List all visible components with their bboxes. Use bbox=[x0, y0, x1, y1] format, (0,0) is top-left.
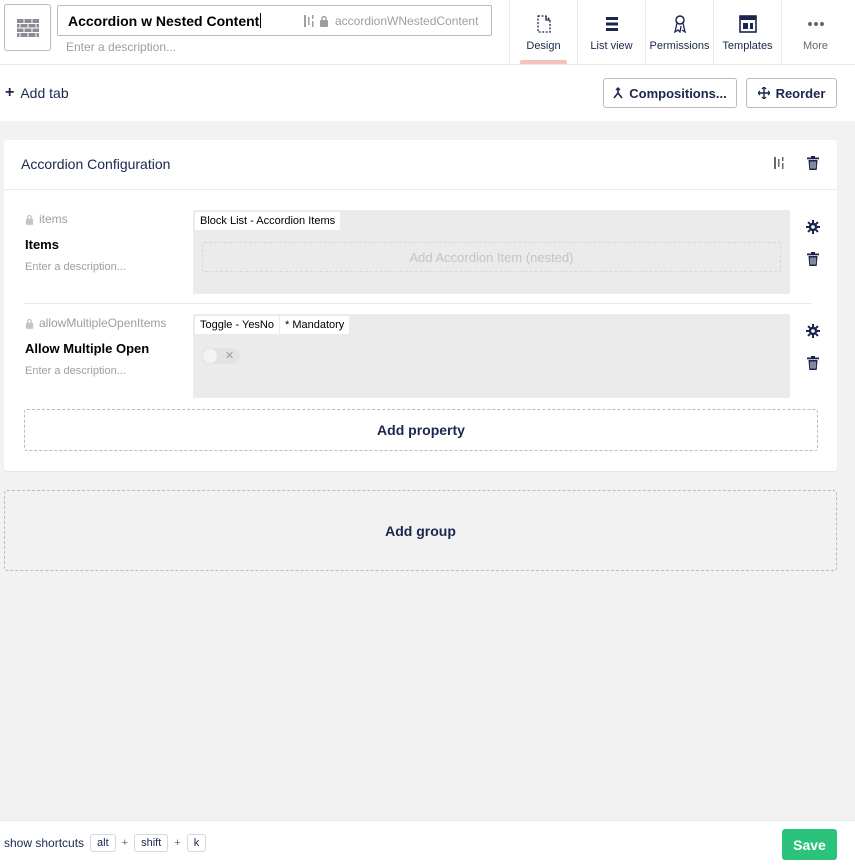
alias-value: accordionWNestedContent bbox=[335, 14, 479, 28]
more-icon bbox=[805, 13, 827, 35]
group-actions bbox=[774, 156, 819, 170]
mandatory-tag: * Mandatory bbox=[280, 316, 350, 334]
footer-bar: show shortcuts alt + shift + k Save bbox=[0, 820, 855, 866]
show-shortcuts-label: show shortcuts bbox=[4, 836, 85, 850]
document-type-name-input[interactable]: Accordion w Nested Content accordionWNes… bbox=[57, 5, 492, 36]
tab-more-label: More bbox=[802, 40, 829, 52]
property-alias-text: allowMultipleOpenItems bbox=[39, 316, 167, 330]
reorder-label: Reorder bbox=[775, 85, 826, 101]
property-alias: items bbox=[25, 212, 68, 226]
description-input[interactable]: Enter a description... bbox=[66, 40, 176, 54]
property-divider bbox=[24, 303, 812, 304]
lock-icon[interactable] bbox=[25, 214, 34, 225]
editor-tag: Block List - Accordion Items bbox=[195, 212, 341, 230]
toggle-knob bbox=[203, 349, 217, 363]
property-description[interactable]: Enter a description... bbox=[25, 365, 126, 377]
property-name[interactable]: Items bbox=[25, 237, 59, 252]
add-group-button[interactable]: Add group bbox=[4, 490, 837, 571]
key-alt: alt bbox=[90, 834, 116, 852]
tab-permissions[interactable]: Permissions bbox=[646, 0, 714, 64]
tab-templates[interactable]: Templates bbox=[714, 0, 782, 64]
settings-gear-icon[interactable] bbox=[806, 220, 820, 234]
lock-icon[interactable] bbox=[25, 318, 34, 329]
editor-navigation: Design List view Permissions Templates M… bbox=[509, 0, 849, 64]
key-separator: + bbox=[174, 837, 181, 849]
close-icon: ✕ bbox=[225, 350, 235, 362]
property-name[interactable]: Allow Multiple Open bbox=[25, 341, 149, 356]
document-type-icon-picker[interactable] bbox=[4, 4, 51, 51]
list-icon bbox=[601, 13, 623, 35]
tab-list-view[interactable]: List view bbox=[578, 0, 646, 64]
key-separator: + bbox=[121, 837, 129, 849]
add-property-button[interactable]: Add property bbox=[24, 409, 818, 451]
property-actions bbox=[806, 324, 820, 370]
key-shift: shift bbox=[134, 834, 169, 852]
property-actions bbox=[806, 220, 820, 266]
add-accordion-item-button: Add Accordion Item (nested) bbox=[202, 242, 781, 272]
name-value: Accordion w Nested Content bbox=[68, 13, 260, 29]
property-editor-preview[interactable]: Block List - Accordion Items Add Accordi… bbox=[193, 210, 790, 294]
alias-generate-icon[interactable] bbox=[304, 14, 315, 28]
compositions-button[interactable]: Compositions... bbox=[603, 78, 737, 108]
delete-property-icon[interactable] bbox=[807, 356, 819, 370]
editor-tag: Toggle - YesNo bbox=[195, 316, 279, 334]
save-button[interactable]: Save bbox=[782, 829, 837, 860]
alias-generate-icon[interactable] bbox=[774, 156, 785, 170]
editor-header: Accordion w Nested Content accordionWNes… bbox=[0, 0, 855, 65]
tab-design-label: Design bbox=[526, 40, 561, 52]
property-editor-preview[interactable]: Toggle - YesNo * Mandatory ✕ bbox=[193, 314, 790, 398]
group-header: Accordion Configuration bbox=[4, 140, 837, 190]
tab-more[interactable]: More bbox=[782, 0, 849, 64]
tab-templates-label: Templates bbox=[722, 40, 773, 52]
group-title[interactable]: Accordion Configuration bbox=[21, 156, 170, 172]
add-tab-button[interactable]: + Add tab bbox=[5, 84, 69, 102]
design-toolbar: + Add tab Compositions... Reorder bbox=[0, 65, 855, 121]
tab-list-view-label: List view bbox=[590, 40, 633, 52]
permissions-icon bbox=[669, 13, 691, 35]
add-tab-label: Add tab bbox=[20, 85, 69, 101]
toggle-preview: ✕ bbox=[202, 348, 240, 364]
lock-icon[interactable] bbox=[319, 15, 329, 27]
tab-design[interactable]: Design bbox=[510, 0, 578, 64]
delete-property-icon[interactable] bbox=[807, 252, 819, 266]
reorder-button[interactable]: Reorder bbox=[746, 78, 837, 108]
compositions-label: Compositions... bbox=[629, 85, 727, 101]
delete-group-icon[interactable] bbox=[807, 156, 819, 170]
merge-icon bbox=[613, 87, 623, 99]
key-k: k bbox=[186, 834, 207, 852]
templates-icon bbox=[737, 13, 759, 35]
plus-icon: + bbox=[5, 84, 15, 101]
shortcuts-hint[interactable]: show shortcuts alt + shift + k bbox=[4, 834, 207, 852]
move-icon bbox=[757, 87, 770, 99]
property-alias-text: items bbox=[39, 212, 68, 226]
property-alias: allowMultipleOpenItems bbox=[25, 316, 166, 330]
property-group: Accordion Configuration items Items Ente… bbox=[4, 140, 837, 471]
property-description[interactable]: Enter a description... bbox=[25, 261, 126, 273]
tab-permissions-label: Permissions bbox=[649, 40, 710, 52]
alias-controls bbox=[304, 14, 329, 28]
document-icon bbox=[533, 13, 555, 35]
settings-gear-icon[interactable] bbox=[806, 324, 820, 338]
brick-wall-icon bbox=[16, 18, 39, 37]
